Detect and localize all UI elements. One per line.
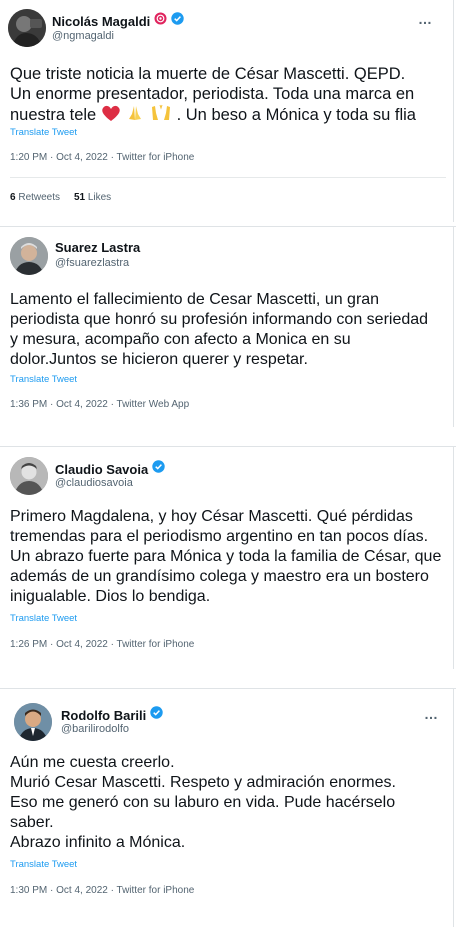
author-row: Rodolfo Barili <box>61 706 163 724</box>
tweet-text-line: Un enorme presentador, periodista. Toda … <box>10 85 415 103</box>
instagram-icon <box>154 12 167 30</box>
tweet-stats: 6 Retweets 51 Likes <box>10 192 111 203</box>
verified-badge-icon <box>150 706 163 724</box>
author-handle[interactable]: @fsuarezlastra <box>55 257 129 269</box>
tweet-text-line: Eso me generó con su laburo en vida. Pud… <box>10 794 396 811</box>
tweet-card[interactable]: Claudio Savoia @claudiosavoia Primero Ma… <box>0 446 456 669</box>
tweet-text: Lamento el fallecimiento de Cesar Mascet… <box>10 291 429 368</box>
author-row: Suarez Lastra <box>55 240 140 255</box>
divider <box>10 177 446 178</box>
tweet-timestamp[interactable]: 1:30 PM · Oct 4, 2022 · Twitter for iPho… <box>10 885 194 896</box>
card-border <box>453 689 454 927</box>
tweet-text-line: Abrazo infinito a Mónica. <box>10 834 186 851</box>
card-border <box>453 0 454 222</box>
author-row: Nicolás Magaldi <box>52 12 184 30</box>
tweet-text-line: saber. <box>10 814 54 831</box>
translate-tweet-link[interactable]: Translate Tweet <box>10 127 77 138</box>
tweet-timestamp[interactable]: 1:26 PM · Oct 4, 2022 · Twitter for iPho… <box>10 639 194 650</box>
tweet-card[interactable]: Rodolfo Barili @barilirodolfo … Aún me c… <box>0 688 456 927</box>
avatar[interactable] <box>8 9 46 47</box>
verified-badge-icon <box>171 12 184 30</box>
tweet-text-fragment: nuestra tele <box>10 106 101 124</box>
tweet-card[interactable]: Suarez Lastra @fsuarezlastra Lamento el … <box>0 226 456 427</box>
card-border <box>453 227 454 427</box>
tweet-text: Que triste noticia la muerte de César Ma… <box>10 64 450 127</box>
avatar[interactable] <box>10 237 48 275</box>
folded-hands-icon <box>125 104 145 127</box>
author-row: Claudio Savoia <box>55 460 165 478</box>
translate-tweet-link[interactable]: Translate Tweet <box>10 859 77 870</box>
tweet-text-fragment: . Un beso a Mónica y toda su flia <box>176 106 416 124</box>
translate-tweet-link[interactable]: Translate Tweet <box>10 374 77 385</box>
tweet-text: Primero Magdalena, y hoy César Mascetti.… <box>10 508 442 605</box>
avatar[interactable] <box>14 703 52 741</box>
more-options-icon[interactable]: … <box>418 12 433 26</box>
more-options-icon[interactable]: … <box>424 707 439 721</box>
author-handle[interactable]: @barilirodolfo <box>61 723 129 735</box>
author-handle[interactable]: @ngmagaldi <box>52 30 114 42</box>
translate-tweet-link[interactable]: Translate Tweet <box>10 613 77 624</box>
tweet-text-line: Aún me cuesta creerlo. <box>10 754 175 771</box>
red-heart-icon <box>101 104 121 127</box>
tweet-timestamp[interactable]: 1:20 PM · Oct 4, 2022 · Twitter for iPho… <box>10 152 194 163</box>
tweet-text-line: Murió Cesar Mascetti. Respeto y admiraci… <box>10 774 396 791</box>
author-handle[interactable]: @claudiosavoia <box>55 477 133 489</box>
verified-badge-icon <box>152 460 165 478</box>
tweet-text-line: nuestra tele . Un beso a Mónica y toda s… <box>10 104 450 127</box>
retweet-count-link[interactable]: 6 Retweets <box>10 192 60 203</box>
author-name[interactable]: Suarez Lastra <box>55 240 140 255</box>
raising-hands-icon <box>150 104 172 127</box>
like-count-link[interactable]: 51 Likes <box>74 192 111 203</box>
author-name[interactable]: Nicolás Magaldi <box>52 14 150 29</box>
tweet-card[interactable]: Nicolás Magaldi @ngmagaldi … Que triste … <box>0 0 456 222</box>
avatar[interactable] <box>10 457 48 495</box>
card-border <box>453 447 454 669</box>
tweet-timestamp[interactable]: 1:36 PM · Oct 4, 2022 · Twitter Web App <box>10 399 189 410</box>
author-name[interactable]: Rodolfo Barili <box>61 708 146 723</box>
tweet-text-line: Que triste noticia la muerte de César Ma… <box>10 65 406 83</box>
author-name[interactable]: Claudio Savoia <box>55 462 148 477</box>
tweet-text: Aún me cuesta creerlo. Murió Cesar Masce… <box>10 753 450 853</box>
